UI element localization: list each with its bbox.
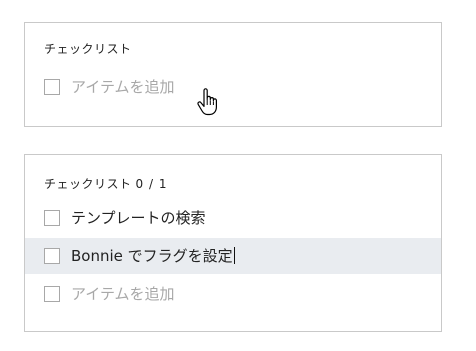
checkbox[interactable]: [44, 210, 60, 226]
add-item-placeholder[interactable]: アイテムを追加: [71, 77, 175, 97]
checklist-item-editing[interactable]: Bonnie でフラグを設定: [25, 238, 441, 274]
hand-pointer-icon: [197, 88, 217, 116]
checklist-card-collapsed: チェックリスト アイテムを追加: [24, 22, 442, 127]
checklist-item[interactable]: テンプレートの検索: [25, 200, 441, 236]
checklist-item-input[interactable]: Bonnie でフラグを設定: [71, 246, 235, 266]
add-item-row[interactable]: アイテムを追加: [25, 69, 441, 105]
checkbox[interactable]: [44, 248, 60, 264]
checklist-item-label[interactable]: Bonnie でフラグを設定: [71, 247, 233, 265]
checklist-header: チェックリスト 0 / 1: [44, 175, 167, 192]
checklist-item-label[interactable]: テンプレートの検索: [71, 208, 206, 228]
add-item-row[interactable]: アイテムを追加: [25, 276, 441, 312]
checklist-progress: 0 / 1: [135, 177, 168, 191]
add-item-placeholder[interactable]: アイテムを追加: [71, 284, 175, 304]
checklist-card: チェックリスト 0 / 1 テンプレートの検索 Bonnie でフラグを設定 アイ…: [24, 154, 442, 332]
checkbox[interactable]: [44, 286, 60, 302]
text-caret: [233, 247, 235, 264]
checklist-title: チェックリスト: [44, 177, 132, 191]
checklist-title: チェックリスト: [44, 42, 132, 56]
checkbox[interactable]: [44, 79, 60, 95]
